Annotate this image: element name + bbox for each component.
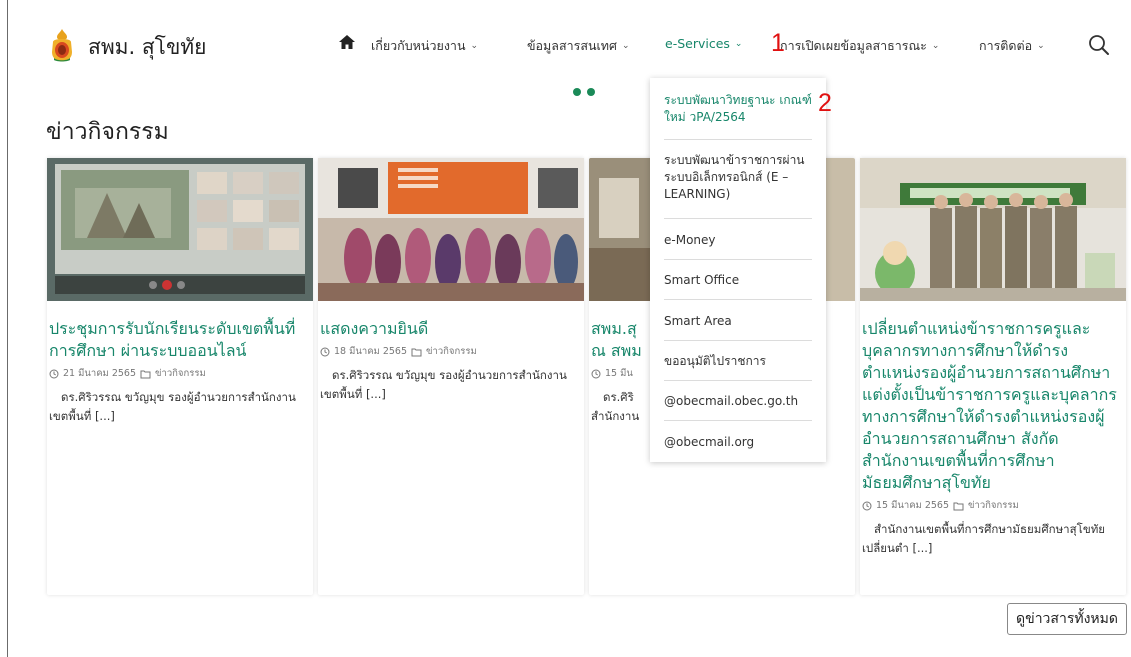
news-category[interactable]: ข่าวกิจกรรม	[155, 366, 206, 381]
news-date: 21 มีนาคม 2565	[63, 368, 137, 379]
view-all-news-button[interactable]: ดูข่าวสารทั้งหมด	[1007, 603, 1127, 635]
dropdown-item-smart-office[interactable]: Smart Office	[650, 272, 826, 289]
nav-item-information[interactable]: ข้อมูลสารสนเทศ ⌄	[527, 36, 629, 56]
news-title[interactable]: สพม.สุ ณ สพม	[589, 318, 649, 362]
dropdown-divider	[664, 380, 812, 381]
search-icon[interactable]	[1088, 34, 1110, 56]
folder-icon	[411, 348, 422, 356]
dropdown-divider	[664, 299, 812, 300]
news-meta: 21 มีนาคม 2565 ข่าวกิจกรรม	[47, 366, 313, 381]
nav-item-contact[interactable]: การติดต่อ ⌄	[979, 36, 1045, 56]
news-thumbnail[interactable]	[318, 158, 584, 301]
nav-item-public-disclosure[interactable]: การเปิดเผยข้อมูลสาธารณะ ⌄	[780, 36, 939, 56]
dropdown-item-obecmail-org[interactable]: @obecmail.org	[650, 434, 826, 451]
folder-icon	[953, 502, 964, 510]
chevron-down-icon: ⌄	[470, 41, 479, 51]
dropdown-divider	[664, 139, 812, 140]
nav-item-e-services[interactable]: e-Services ⌄	[665, 36, 742, 51]
clock-icon	[320, 347, 330, 356]
news-category[interactable]: ข่าวกิจกรรม	[968, 498, 1019, 513]
dropdown-item-e-learning[interactable]: ระบบพัฒนาข้าราชการผ่านระบบอิเล็กทรอนิกส์…	[650, 152, 826, 203]
news-meta: 18 มีนาคม 2565 ข่าวกิจกรรม	[318, 344, 584, 359]
slider-dot[interactable]	[587, 88, 595, 96]
folder-icon	[140, 370, 151, 378]
news-thumbnail[interactable]	[860, 158, 1126, 301]
chevron-down-icon: ⌄	[1037, 41, 1045, 51]
news-card[interactable]: เปลี่ยนตำแหน่งข้าราชการครูและบุคลากรทางก…	[860, 158, 1126, 595]
news-excerpt: ดร.ศิริวรรณ ขวัญมุข รองผู้อำนวยการสำนักง…	[320, 368, 567, 401]
news-category[interactable]: ข่าวกิจกรรม	[426, 344, 477, 359]
clock-icon	[862, 501, 872, 510]
nav-label-information: ข้อมูลสารสนเทศ	[527, 38, 617, 53]
news-excerpt: ดร.ศิริวรรณ ขวัญมุข รองผู้อำนวยการสำนักง…	[49, 390, 296, 423]
news-date: 15 มีนาคม 2565	[876, 500, 950, 511]
news-title[interactable]: ประชุมการรับนักเรียนระดับเขตพื้นที่การศึ…	[47, 318, 313, 362]
dropdown-item-obecmail-obec[interactable]: @obecmail.obec.go.th	[650, 393, 826, 410]
news-card[interactable]: แสดงความยินดี 18 มีนาคม 2565 ข่าวกิจกรรม…	[318, 158, 584, 595]
news-title[interactable]: แสดงความยินดี	[318, 318, 584, 340]
dropdown-item-official-travel[interactable]: ขออนุมัติไปราชการ	[650, 353, 826, 370]
news-date: 18 มีนาคม 2565	[334, 346, 408, 357]
chevron-down-icon: ⌄	[931, 41, 940, 51]
dropdown-item-smart-area[interactable]: Smart Area	[650, 313, 826, 330]
chevron-down-icon: ⌄	[734, 38, 743, 49]
nav-item-about[interactable]: เกี่ยวกับหน่วยงาน ⌄	[371, 36, 478, 56]
dropdown-divider	[664, 340, 812, 341]
news-date: 15 มีน	[605, 368, 633, 379]
dropdown-divider	[664, 259, 812, 260]
dropdown-item-e-money[interactable]: e-Money	[650, 232, 826, 249]
slider-dot[interactable]	[573, 88, 581, 96]
section-title: ข่าวกิจกรรม	[46, 119, 169, 145]
chevron-down-icon: ⌄	[621, 41, 630, 51]
clock-icon	[591, 369, 601, 378]
nav-label-about: เกี่ยวกับหน่วยงาน	[371, 38, 466, 53]
clock-icon	[49, 369, 59, 378]
news-excerpt: ดร.ศิริ สำนักงาน	[591, 390, 640, 423]
news-title[interactable]: เปลี่ยนตำแหน่งข้าราชการครูและบุคลากรทางก…	[860, 318, 1126, 494]
nav-label-public-disclosure: การเปิดเผยข้อมูลสาธารณะ	[780, 38, 927, 53]
dropdown-divider	[664, 420, 812, 421]
annotation-marker-1: 1	[771, 29, 785, 57]
dropdown-divider	[664, 218, 812, 219]
news-thumbnail[interactable]	[47, 158, 313, 301]
annotation-marker-2: 2	[818, 89, 832, 117]
nav-label-e-services: e-Services	[665, 36, 730, 51]
dropdown-item-vpa[interactable]: ระบบพัฒนาวิทยฐานะ เกณฑ์ใหม่ วPA/2564	[650, 92, 826, 126]
window-edge	[7, 0, 8, 657]
news-card[interactable]: ประชุมการรับนักเรียนระดับเขตพื้นที่การศึ…	[47, 158, 313, 595]
main-nav: เกี่ยวกับหน่วยงาน ⌄ ข้อมูลสารสนเทศ ⌄ e-S…	[0, 36, 1131, 56]
news-meta: 15 มีนาคม 2565 ข่าวกิจกรรม	[860, 498, 1126, 513]
nav-label-contact: การติดต่อ	[979, 38, 1033, 53]
e-services-dropdown: ระบบพัฒนาวิทยฐานะ เกณฑ์ใหม่ วPA/2564 ระบ…	[650, 78, 826, 462]
news-excerpt: สำนักงานเขตพื้นที่การศึกษามัธยมศึกษาสุโข…	[862, 522, 1106, 555]
slider-dots[interactable]	[573, 88, 595, 96]
